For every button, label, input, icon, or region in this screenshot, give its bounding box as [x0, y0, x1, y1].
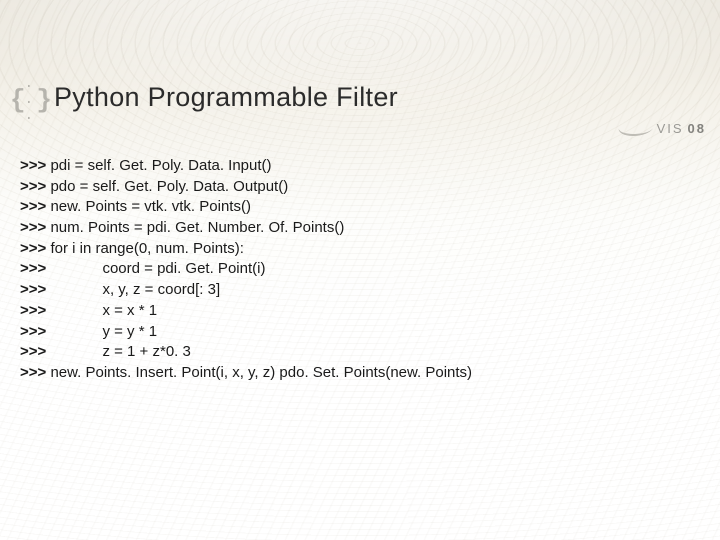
prompt: >>>	[20, 178, 50, 195]
ellipsis: . . .	[25, 76, 36, 124]
prompt: >>>	[20, 364, 50, 381]
code-text: new. Points. Insert. Point(i, x, y, z) p…	[50, 364, 472, 381]
code-line: >>> z = 1 + z*0. 3	[20, 342, 472, 363]
prompt: >>>	[20, 157, 50, 174]
code-text: z = 1 + z*0. 3	[102, 343, 190, 360]
logo-text-light: VIS	[657, 121, 684, 136]
code-text: x = x * 1	[102, 302, 157, 319]
prompt: >>>	[20, 302, 50, 319]
code-text: pdi = self. Get. Poly. Data. Input()	[50, 157, 271, 174]
code-line: >>> x = x * 1	[20, 301, 472, 322]
prompt: >>>	[20, 343, 50, 360]
braces-icon: { . . . }	[10, 86, 50, 114]
code-text: num. Points = pdi. Get. Number. Of. Poin…	[50, 219, 344, 236]
slide: { . . . } Python Programmable Filter VIS…	[0, 0, 720, 540]
code-text: coord = pdi. Get. Point(i)	[102, 260, 265, 277]
slide-title: Python Programmable Filter	[54, 82, 398, 113]
logo-text-bold: 08	[688, 121, 706, 136]
code-text: for i in range(0, num. Points):	[50, 240, 243, 257]
code-line: >>> pdo = self. Get. Poly. Data. Output(…	[20, 177, 472, 198]
code-text: y = y * 1	[102, 323, 157, 340]
code-text: x, y, z = coord[: 3]	[102, 281, 220, 298]
code-line: >>> coord = pdi. Get. Point(i)	[20, 259, 472, 280]
prompt: >>>	[20, 198, 50, 215]
prompt: >>>	[20, 219, 50, 236]
prompt: >>>	[20, 240, 50, 257]
code-text: pdo = self. Get. Poly. Data. Output()	[50, 178, 288, 195]
prompt: >>>	[20, 260, 50, 277]
code-line: >>> pdi = self. Get. Poly. Data. Input()	[20, 156, 472, 177]
code-line: >>> for i in range(0, num. Points):	[20, 239, 472, 260]
code-line: >>> y = y * 1	[20, 322, 472, 343]
conference-logo: VIS 08	[619, 120, 706, 136]
code-text: new. Points = vtk. vtk. Points()	[50, 198, 251, 215]
brace-left: {	[10, 85, 24, 115]
code-block: >>> pdi = self. Get. Poly. Data. Input()…	[20, 156, 472, 384]
brace-right: }	[36, 85, 50, 115]
code-line: >>> x, y, z = coord[: 3]	[20, 280, 472, 301]
swoosh-icon	[616, 120, 656, 136]
prompt: >>>	[20, 323, 50, 340]
code-line: >>> new. Points = vtk. vtk. Points()	[20, 197, 472, 218]
prompt: >>>	[20, 281, 50, 298]
code-line: >>> new. Points. Insert. Point(i, x, y, …	[20, 363, 472, 384]
code-line: >>> num. Points = pdi. Get. Number. Of. …	[20, 218, 472, 239]
